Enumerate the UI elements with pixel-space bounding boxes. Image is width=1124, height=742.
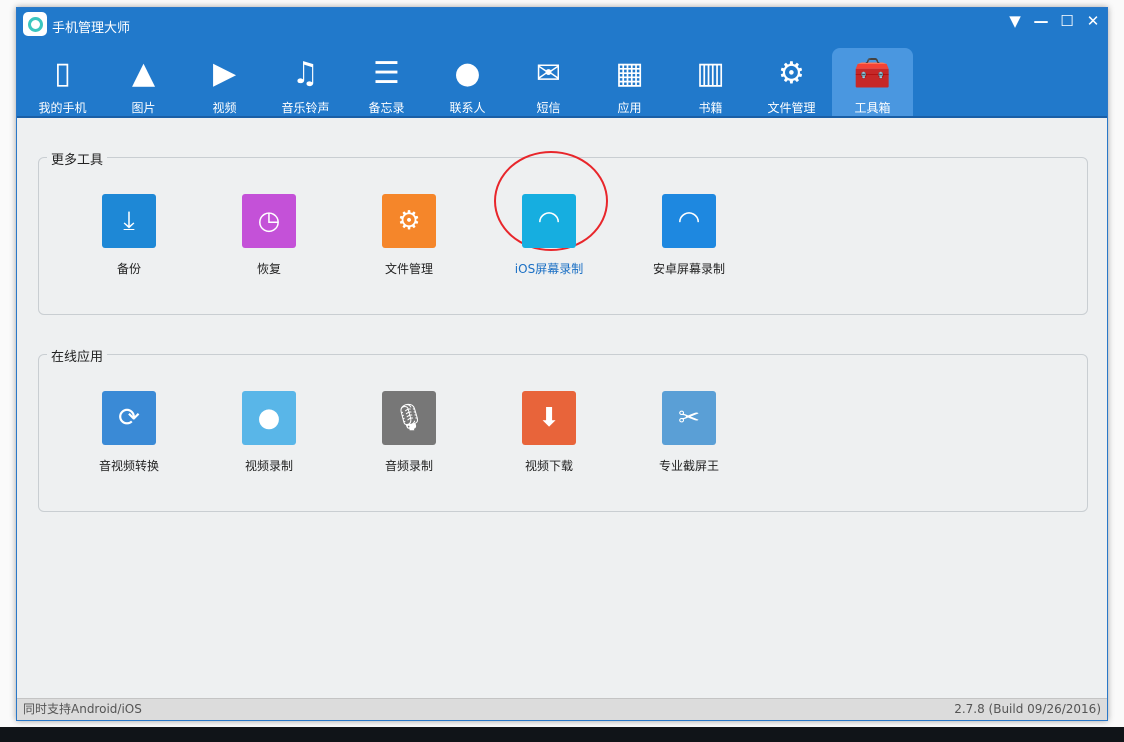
status-left: 同时支持Android/iOS [23, 702, 142, 716]
tool-ios-screen-record[interactable]: ◠ iOS屏幕录制 [489, 194, 609, 277]
tab-apps[interactable]: ▦ 应用 [589, 48, 670, 116]
video-icon: ▶ [212, 56, 237, 91]
tool-android-screen-record[interactable]: ◠ 安卓屏幕录制 [629, 194, 749, 277]
app-window: 手机管理大师 ▼ — ☐ ✕ ▯ 我的手机 ▲ 图片 ▶ 视频 ♫ 音乐铃声 ☰ 备忘录 ● 联系人 ✉… [16, 7, 1108, 721]
file-gear-icon: ⚙ [778, 56, 805, 91]
tool-video-record[interactable]: ● 视频录制 [209, 391, 329, 474]
tab-label: 联系人 [449, 101, 486, 115]
tab-mail[interactable]: ✉ 短信 [508, 48, 589, 116]
tab-label: 应用 [617, 101, 642, 115]
app-title: 手机管理大师 [52, 21, 131, 36]
tool-label: 安卓屏幕录制 [652, 262, 725, 276]
main-nav: ▯ 我的手机 ▲ 图片 ▶ 视频 ♫ 音乐铃声 ☰ 备忘录 ● 联系人 ✉ 短信 ▦ 应用 ▥ 书籍 ⚙ 文件管理 🧰 工… [22, 48, 913, 116]
file-manage-icon: ⚙ [382, 194, 436, 248]
tab-label: 短信 [536, 101, 561, 115]
tool-video-download[interactable]: ⬇ 视频下载 [489, 391, 609, 474]
tool-label: 视频录制 [244, 459, 293, 473]
maximize-button[interactable]: ☐ [1059, 12, 1075, 30]
tool-restore[interactable]: ◷ 恢复 [209, 194, 329, 277]
tab-book[interactable]: ▥ 书籍 [670, 48, 751, 116]
tab-file-gear[interactable]: ⚙ 文件管理 [751, 48, 832, 116]
tool-label: 视频下载 [524, 459, 573, 473]
tab-video[interactable]: ▶ 视频 [184, 48, 265, 116]
android-screen-record-icon: ◠ [662, 194, 716, 248]
close-button[interactable]: ✕ [1085, 12, 1101, 30]
version-label: 2.7.8 (Build 09/26/2016) [954, 702, 1101, 716]
tab-memo[interactable]: ☰ 备忘录 [346, 48, 427, 116]
tool-label: iOS屏幕录制 [514, 262, 584, 276]
taskbar [0, 727, 1124, 742]
tool-file-manage[interactable]: ⚙ 文件管理 [349, 194, 469, 277]
image-icon: ▲ [131, 56, 156, 91]
menu-dropdown-icon[interactable]: ▼ [1007, 12, 1023, 30]
ios-screen-record-icon: ◠ [522, 194, 576, 248]
apps-icon: ▦ [615, 56, 644, 91]
tab-label: 音乐铃声 [281, 101, 330, 115]
tool-microphone[interactable]: 🎙 音频录制 [349, 391, 469, 474]
group-more-tools: 更多工具 ⤓ 备份 ◷ 恢复 ⚙ 文件管理 ◠ iOS屏幕录制 ◠ 安卓屏幕录制 [38, 149, 1088, 315]
mail-icon: ✉ [535, 56, 562, 91]
group-title: 更多工具 [47, 149, 108, 168]
av-convert-icon: ⟳ [102, 391, 156, 445]
tab-image[interactable]: ▲ 图片 [103, 48, 184, 116]
tab-music[interactable]: ♫ 音乐铃声 [265, 48, 346, 116]
phone-icon: ▯ [54, 56, 71, 91]
video-record-icon: ● [242, 391, 296, 445]
backup-icon: ⤓ [102, 194, 156, 248]
tool-av-convert[interactable]: ⟳ 音视频转换 [69, 391, 189, 474]
tab-label: 视频 [212, 101, 237, 115]
tool-label: 音频录制 [384, 459, 433, 473]
tool-label: 音视频转换 [98, 459, 159, 473]
microphone-icon: 🎙 [382, 391, 436, 445]
restore-icon: ◷ [242, 194, 296, 248]
tool-screenshot[interactable]: ✂ 专业截屏王 [629, 391, 749, 474]
book-icon: ▥ [696, 56, 725, 91]
music-icon: ♫ [292, 56, 319, 91]
tab-contact[interactable]: ● 联系人 [427, 48, 508, 116]
header: 手机管理大师 ▼ — ☐ ✕ ▯ 我的手机 ▲ 图片 ▶ 视频 ♫ 音乐铃声 ☰ 备忘录 ● 联系人 ✉… [17, 8, 1107, 118]
tab-label: 书籍 [698, 101, 723, 115]
memo-icon: ☰ [373, 56, 400, 91]
status-bar: 同时支持Android/iOS 2.7.8 (Build 09/26/2016) [17, 698, 1107, 720]
tab-label: 工具箱 [854, 101, 891, 115]
tab-label: 图片 [131, 101, 156, 115]
toolbox-icon: 🧰 [853, 56, 892, 91]
tab-label: 文件管理 [767, 101, 816, 115]
group-title: 在线应用 [47, 346, 108, 365]
tool-backup[interactable]: ⤓ 备份 [69, 194, 189, 277]
tool-label: 恢复 [256, 262, 281, 276]
tool-label: 专业截屏王 [658, 459, 719, 473]
minimize-button[interactable]: — [1033, 12, 1049, 30]
tool-label: 文件管理 [384, 262, 433, 276]
tab-label: 我的手机 [38, 101, 87, 115]
tool-label: 备份 [116, 262, 141, 276]
contact-icon: ● [454, 56, 481, 91]
tab-toolbox[interactable]: 🧰 工具箱 [832, 48, 913, 116]
screenshot-icon: ✂ [662, 391, 716, 445]
video-download-icon: ⬇ [522, 391, 576, 445]
app-logo-icon [23, 12, 47, 36]
group-online-apps: 在线应用 ⟳ 音视频转换 ● 视频录制 🎙 音频录制 ⬇ 视频下载 ✂ 专业截屏王 [38, 346, 1088, 512]
tab-phone[interactable]: ▯ 我的手机 [22, 48, 103, 116]
tab-label: 备忘录 [368, 101, 405, 115]
